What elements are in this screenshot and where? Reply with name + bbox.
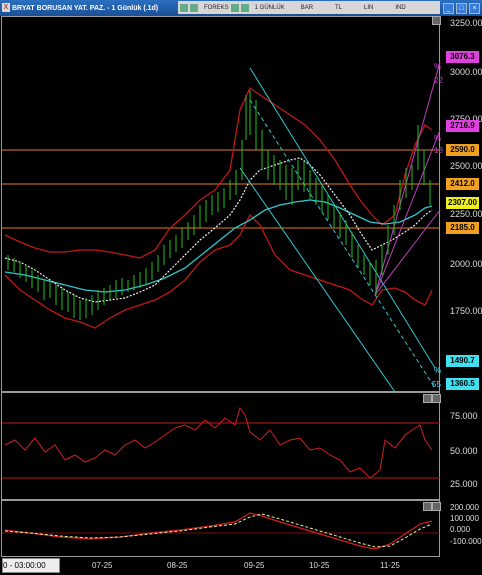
rsi-axis-label: 25.000	[450, 479, 478, 489]
time-axis-label: 11-25	[380, 561, 400, 570]
moving-average-short	[4, 157, 433, 303]
fib-label: %	[434, 134, 442, 143]
price-axis-label: 2250.000	[450, 209, 482, 219]
time-axis-label: 08-25	[167, 561, 188, 570]
price-axis-label: 2000.000	[450, 259, 482, 269]
moving-average-long	[4, 199, 433, 293]
macd-signal	[4, 513, 433, 548]
cursor-time-readout: 0 - 03:00:00	[2, 558, 60, 573]
price-tag-1490: 1490.7	[446, 355, 479, 367]
macd-line	[4, 512, 433, 550]
fib-label: 18	[434, 146, 443, 155]
price-axis-label: 3000.000	[450, 67, 482, 77]
bollinger-lower	[4, 213, 433, 329]
fib-fan-1	[374, 61, 441, 296]
time-axis-label: 09-25	[244, 561, 265, 570]
rsi-axis-label: 50.000	[450, 446, 478, 456]
price-tag-2412: 2412.0	[446, 178, 479, 190]
macd-axis-label: 0.000	[450, 525, 471, 534]
channel-mid	[249, 99, 436, 389]
fib-label: %	[434, 366, 442, 375]
chart-graphics	[2, 61, 441, 560]
price-tag-2716: 2716.9	[446, 120, 479, 132]
fib-label: %	[434, 62, 442, 71]
price-axis-label: 1750.000	[450, 306, 482, 316]
time-axis	[0, 557, 482, 575]
price-bars	[7, 90, 431, 320]
price-axis-label: 2500.000	[450, 161, 482, 171]
price-tag-1360: 1360.5	[446, 378, 479, 390]
fib-fan-2	[374, 129, 441, 296]
fib-label: 22	[434, 76, 443, 85]
price-axis-label: 3250.000	[450, 18, 482, 28]
time-axis-label: 07-25	[92, 561, 113, 570]
macd-axis-label: 200.000	[450, 503, 479, 512]
price-tag-2185: 2185.0	[446, 222, 479, 234]
macd-axis-label: 100.000	[450, 514, 479, 523]
fib-label: 55	[432, 380, 441, 389]
rsi-axis-label: 75.000	[450, 411, 478, 421]
macd-axis-label: -100.000	[450, 537, 482, 546]
price-tag-2590: 2590.0	[446, 144, 479, 156]
time-axis-label: 10-25	[309, 561, 330, 570]
rsi-line	[4, 406, 433, 479]
bollinger-upper	[4, 87, 433, 259]
last-price-tag: 2307.00	[446, 197, 479, 209]
price-tag-3076: 3076.3	[446, 51, 479, 63]
